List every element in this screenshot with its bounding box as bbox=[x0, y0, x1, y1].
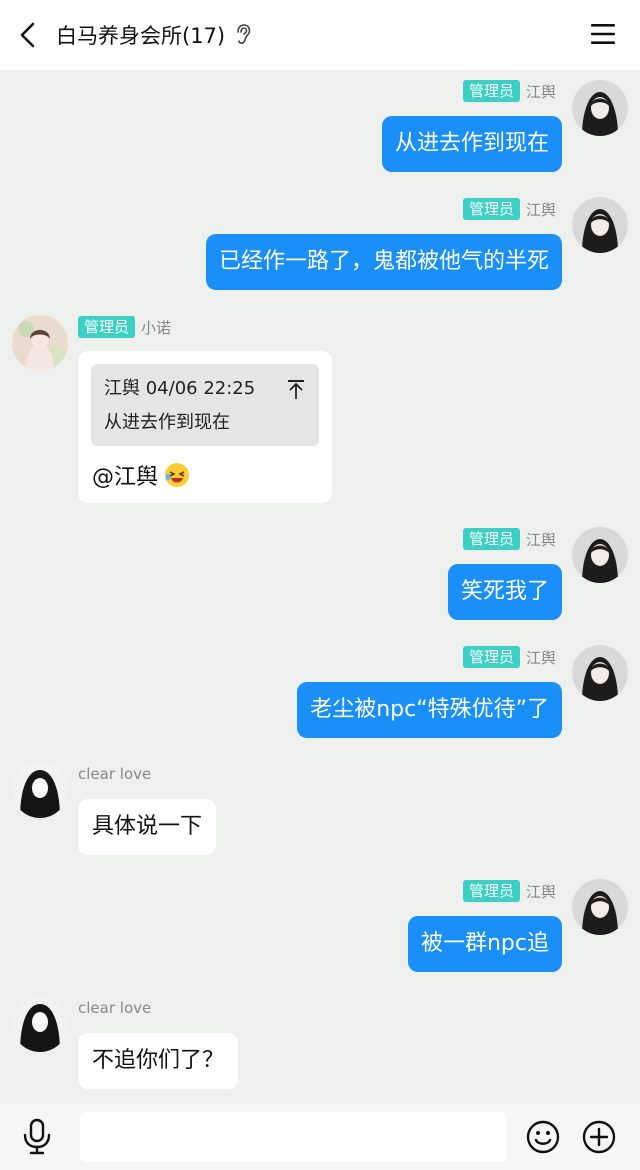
sender-name: 江舆 bbox=[525, 82, 556, 101]
ear-icon bbox=[237, 24, 251, 44]
admin-badge: 管理员 bbox=[462, 198, 520, 220]
menu-icon[interactable] bbox=[590, 22, 616, 46]
quoted-author-time: 江舆 04/06 22:25 bbox=[104, 378, 256, 399]
admin-badge: 管理员 bbox=[462, 646, 520, 668]
message-bubble-incoming[interactable]: 具体说一下 bbox=[78, 799, 217, 855]
message-meta: clear love bbox=[78, 997, 151, 1019]
avatar-xiaonuo[interactable] bbox=[12, 315, 68, 371]
mic-icon[interactable] bbox=[22, 1118, 52, 1156]
message-meta: 管理员 江舆 bbox=[462, 80, 556, 102]
sender-name: clear love bbox=[78, 999, 152, 1017]
sender-name: 江舆 bbox=[525, 530, 556, 549]
message-meta: clear love bbox=[78, 763, 151, 785]
mention-text: @江舆 bbox=[92, 465, 159, 490]
sender-name: 江舆 bbox=[525, 648, 556, 667]
message-bubble-outgoing[interactable]: 已经作一路了，鬼都被他气的半死 bbox=[205, 234, 562, 290]
admin-badge: 管理员 bbox=[462, 80, 520, 102]
sender-name: 江舆 bbox=[525, 200, 556, 219]
back-arrow-icon[interactable] bbox=[14, 20, 44, 50]
avatar-jiangyu[interactable] bbox=[572, 197, 628, 253]
plus-icon[interactable] bbox=[582, 1120, 616, 1154]
chat-title-wrap[interactable]: 白马养身会所(17) bbox=[56, 18, 253, 52]
message-meta: 管理员 江舆 bbox=[462, 646, 556, 668]
message-bubble-incoming[interactable]: 江舆 04/06 22:25 从进去作到现在 @江舆 bbox=[78, 351, 332, 503]
avatar-jiangyu[interactable] bbox=[572, 527, 628, 583]
avatar-clear-love[interactable] bbox=[12, 762, 68, 818]
sender-name: 小诺 bbox=[141, 318, 172, 337]
input-bar bbox=[0, 1104, 640, 1170]
avatar-jiangyu[interactable] bbox=[572, 879, 628, 935]
message-input[interactable] bbox=[80, 1112, 506, 1162]
quoted-message[interactable]: 江舆 04/06 22:25 从进去作到现在 bbox=[91, 364, 319, 446]
message-meta: 管理员 江舆 bbox=[462, 880, 556, 902]
message-bubble-outgoing[interactable]: 被一群npc追 bbox=[407, 916, 562, 972]
message-bubble-incoming[interactable]: 不追你们了？ bbox=[78, 1033, 239, 1089]
message-meta: 管理员 小诺 bbox=[78, 316, 171, 338]
laughing-emoji-icon bbox=[165, 463, 190, 487]
message-bubble-outgoing[interactable]: 笑死我了 bbox=[447, 564, 562, 620]
sender-name: 江舆 bbox=[525, 882, 556, 901]
admin-badge: 管理员 bbox=[462, 528, 520, 550]
chat-header: 白马养身会所(17) bbox=[0, 0, 640, 70]
smile-icon[interactable] bbox=[526, 1120, 560, 1154]
avatar-jiangyu[interactable] bbox=[572, 645, 628, 701]
chat-title: 白马养身会所(17) bbox=[56, 24, 226, 48]
admin-badge: 管理员 bbox=[462, 880, 520, 902]
avatar-clear-love[interactable] bbox=[12, 996, 68, 1052]
sender-name: clear love bbox=[78, 765, 152, 783]
message-bubble-outgoing[interactable]: 老尘被npc“特殊优待”了 bbox=[297, 682, 562, 738]
avatar-jiangyu[interactable] bbox=[572, 80, 628, 136]
admin-badge: 管理员 bbox=[78, 316, 136, 338]
message-bubble-outgoing[interactable]: 从进去作到现在 bbox=[381, 116, 562, 172]
quoted-text: 从进去作到现在 bbox=[104, 412, 230, 433]
quote-jump-icon[interactable] bbox=[287, 378, 305, 400]
message-meta: 管理员 江舆 bbox=[462, 528, 556, 550]
message-meta: 管理员 江舆 bbox=[462, 198, 556, 220]
mention-text-wrap: @江舆 bbox=[92, 459, 190, 491]
